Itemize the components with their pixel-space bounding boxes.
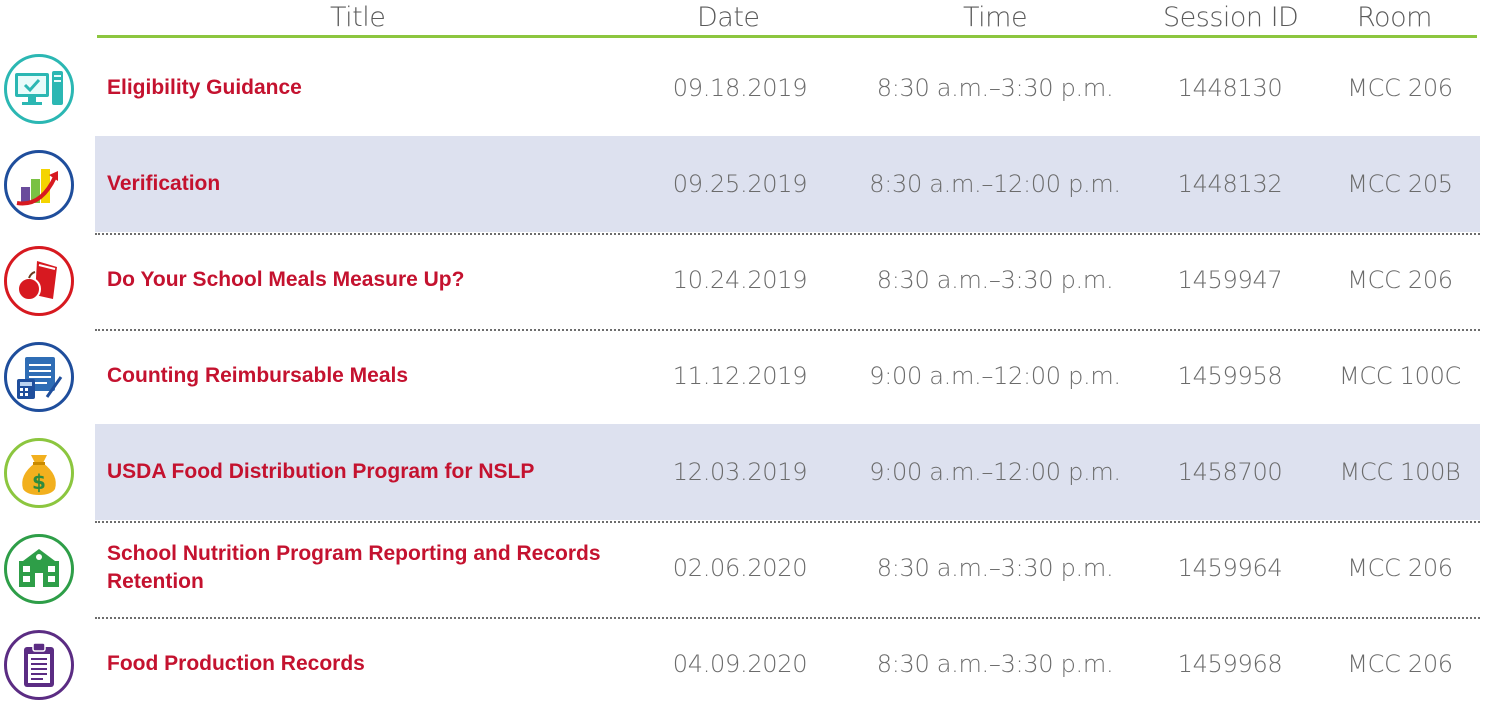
session-title: Food Production Records	[107, 652, 365, 675]
session-title: Verification	[107, 172, 221, 195]
session-date: 04.09.2020	[672, 650, 808, 678]
session-id: 1459964	[1177, 554, 1283, 582]
session-time: 8:30 a.m.–12:00 p.m.	[869, 170, 1121, 198]
session-room: MCC 100C	[1338, 362, 1462, 390]
session-id: 1459958	[1177, 362, 1283, 390]
session-date: 09.18.2019	[672, 74, 808, 102]
session-room: MCC 100B	[1339, 458, 1461, 486]
session-room: MCC 206	[1347, 266, 1453, 294]
column-header-date: Date	[697, 2, 760, 33]
column-header-title: Title	[330, 2, 386, 33]
session-time: 9:00 a.m.–12:00 p.m.	[869, 362, 1121, 390]
table-row: School Nutrition Program Reporting and R…	[0, 520, 1486, 619]
session-time: 9:00 a.m.–12:00 p.m.	[869, 458, 1121, 486]
header-divider	[97, 35, 1477, 38]
session-time: 8:30 a.m.–3:30 p.m.	[876, 266, 1114, 294]
table-row: Food Production Records 04.09.2020 8:30 …	[0, 616, 1486, 712]
session-id: 1448132	[1177, 170, 1283, 198]
table-row: Counting Reimbursable Meals 11.12.2019 9…	[0, 328, 1486, 427]
session-id: 1459947	[1177, 266, 1283, 294]
session-room: MCC 206	[1347, 554, 1453, 582]
table-row: Eligibility Guidance 09.18.2019 8:30 a.m…	[0, 40, 1486, 139]
apple-lunch-bag-icon	[4, 246, 74, 316]
session-id: 1459968	[1177, 650, 1283, 678]
session-title: Counting Reimbursable Meals	[107, 364, 409, 387]
column-header-session-id: Session ID	[1163, 2, 1299, 33]
svg-text:$: $	[32, 470, 46, 494]
table-row: Do Your School Meals Measure Up? 10.24.2…	[0, 232, 1486, 331]
session-id: 1458700	[1177, 458, 1283, 486]
session-id: 1448130	[1177, 74, 1283, 102]
bar-chart-arrow-icon	[4, 150, 74, 220]
session-date: 09.25.2019	[672, 170, 808, 198]
table-header: Title Date Time Session ID Room	[0, 0, 1486, 38]
session-room: MCC 205	[1347, 170, 1453, 198]
school-building-icon	[4, 534, 74, 604]
calculator-notepad-icon	[4, 342, 74, 412]
column-header-time: Time	[963, 2, 1028, 33]
session-date: 02.06.2020	[672, 554, 808, 582]
session-date: 10.24.2019	[672, 266, 808, 294]
session-time: 8:30 a.m.–3:30 p.m.	[876, 74, 1114, 102]
table-row: Verification 09.25.2019 8:30 a.m.–12:00 …	[0, 136, 1486, 235]
column-header-room: Room	[1357, 2, 1432, 33]
session-date: 11.12.2019	[672, 362, 808, 390]
session-title: USDA Food Distribution Program for NSLP	[107, 460, 535, 483]
session-room: MCC 206	[1347, 650, 1453, 678]
session-time: 8:30 a.m.–3:30 p.m.	[876, 650, 1114, 678]
money-bag-icon: $	[4, 438, 74, 508]
session-date: 12.03.2019	[672, 458, 808, 486]
table-row: $ USDA Food Distribution Program for NSL…	[0, 424, 1486, 523]
session-room: MCC 206	[1347, 74, 1453, 102]
session-title: Eligibility Guidance	[107, 76, 302, 99]
session-title: School Nutrition Program Reporting and R…	[107, 542, 601, 593]
clipboard-icon	[4, 630, 74, 700]
session-time: 8:30 a.m.–3:30 p.m.	[876, 554, 1114, 582]
computer-icon	[4, 54, 74, 124]
session-title: Do Your School Meals Measure Up?	[107, 268, 465, 291]
